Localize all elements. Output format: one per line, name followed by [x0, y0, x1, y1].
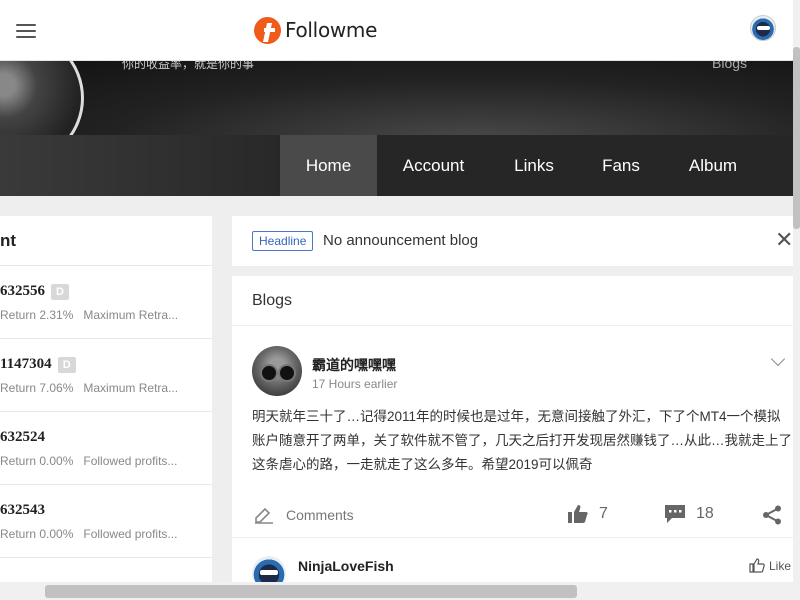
blogs-title: Blogs [232, 276, 793, 326]
tab-links[interactable]: Links [498, 135, 570, 196]
headline-bar: Headline No announcement blog ✕ [232, 216, 793, 266]
blogs-panel: Blogs 霸道的嘿嘿嘿 17 Hours earlier 明天就年三十了…记得… [232, 276, 793, 600]
post-author-name[interactable]: 霸道的嘿嘿嘿 [312, 355, 396, 375]
post-author-avatar[interactable] [252, 346, 302, 396]
like-label: Like [769, 558, 792, 573]
post-timestamp: 17 Hours earlier [312, 377, 398, 391]
account-return: Return 0.00% [0, 454, 74, 468]
user-avatar[interactable] [750, 15, 776, 41]
profile-hero: 你的收益率，就是你的事 Blogs Home Account Links Fan… [0, 61, 793, 196]
account-metric: Maximum Retra... [83, 308, 179, 322]
vertical-scrollbar[interactable] [793, 0, 800, 600]
tab-account[interactable]: Account [386, 135, 481, 196]
account-metric: Followed profits... [83, 527, 178, 541]
comment-icon [665, 505, 685, 523]
tab-fans[interactable]: Fans [588, 135, 654, 196]
post-author-name[interactable]: NinjaLoveFish [298, 558, 394, 574]
account-metric: Maximum Retra... [83, 381, 179, 395]
account-row[interactable]: 632524 Return 0.00% Followed profits... [0, 412, 212, 485]
profile-nav: Home Account Links Fans Album [0, 135, 793, 196]
account-number: 632556 [0, 283, 45, 299]
horizontal-scrollbar[interactable] [0, 582, 793, 600]
accounts-panel-title: nt [0, 216, 212, 266]
account-row[interactable]: 632543 Return 0.00% Followed profits... [0, 485, 212, 558]
logo[interactable]: Followme [254, 14, 377, 46]
tab-home[interactable]: Home [280, 135, 377, 196]
post-actions: Comments 7 18 [232, 490, 793, 538]
logo-text: Followme [285, 18, 378, 42]
close-icon[interactable]: ✕ [775, 229, 793, 251]
comments-button[interactable]: Comments [254, 506, 354, 524]
headline-text: No announcement blog [323, 232, 479, 249]
horizontal-scroll-thumb[interactable] [45, 585, 577, 598]
account-type-badge: D [51, 283, 69, 300]
accounts-panel: nt 632556 D Return 2.31% Maximum Retra... … [0, 216, 212, 600]
comment-count: 18 [696, 505, 714, 522]
account-number: 1147304 [0, 356, 52, 372]
chevron-down-icon[interactable] [770, 351, 786, 367]
account-return: Return 2.31% [0, 308, 74, 322]
account-number: 632543 [0, 502, 45, 518]
profile-signature: 你的收益率，就是你的事 [122, 61, 255, 71]
account-metric: Followed profits... [83, 454, 178, 468]
account-row[interactable]: 632556 D Return 2.31% Maximum Retra... [0, 266, 212, 339]
comment-count-button[interactable]: 18 [664, 504, 714, 524]
tab-album[interactable]: Album [672, 135, 754, 196]
followme-logo-icon [254, 16, 281, 44]
thumbs-up-icon [568, 505, 588, 523]
account-type-badge: D [57, 356, 76, 373]
vertical-scroll-thumb[interactable] [793, 47, 800, 229]
account-row[interactable]: 1147304 D Return 7.06% Maximum Retra... [0, 339, 212, 412]
like-button[interactable]: Like [749, 558, 791, 573]
edit-icon [255, 507, 273, 524]
top-bar: Followme [0, 0, 800, 61]
thumbs-up-outline-icon [749, 558, 765, 573]
like-count: 7 [599, 505, 608, 522]
share-icon[interactable] [762, 505, 782, 530]
post-body[interactable]: 明天就年三十了…记得2011年的时候也是过年，无意间接触了外汇，下了个MT4一个… [252, 405, 792, 477]
menu-icon[interactable] [16, 24, 36, 38]
account-number: 632524 [0, 429, 45, 445]
account-return: Return 0.00% [0, 527, 74, 541]
like-button[interactable]: 7 [567, 504, 608, 524]
blogs-stat-label: Blogs [712, 61, 748, 71]
comments-label: Comments [286, 507, 354, 523]
account-return: Return 7.06% [0, 381, 74, 395]
headline-badge: Headline [252, 231, 314, 251]
